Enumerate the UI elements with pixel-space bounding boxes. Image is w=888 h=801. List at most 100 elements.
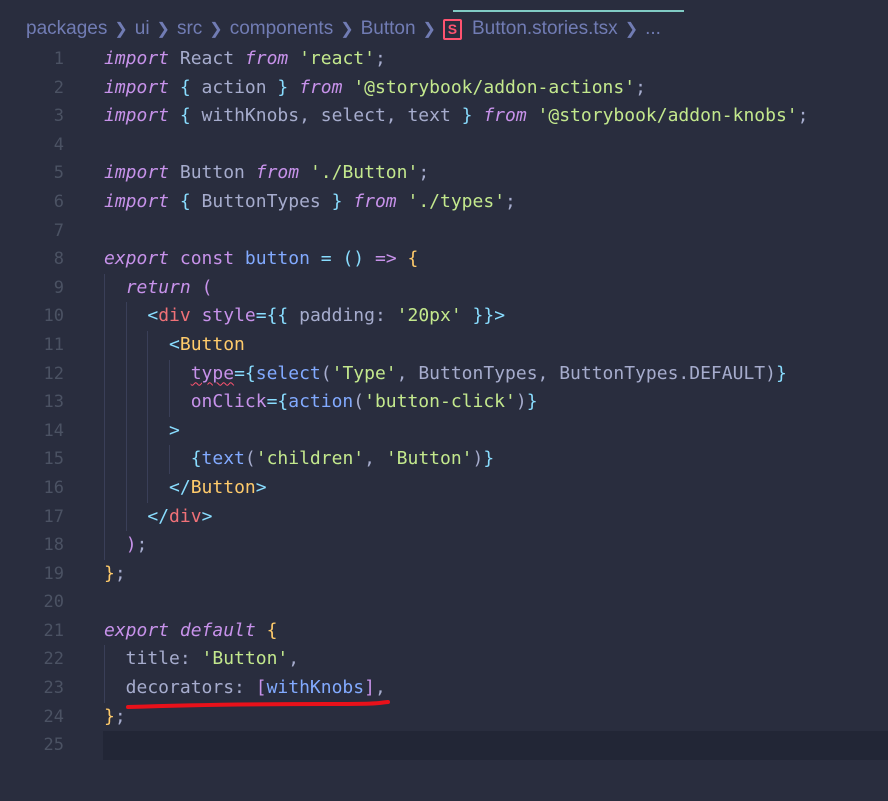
breadcrumb-item-components[interactable]: components — [230, 18, 334, 40]
code-line[interactable]: 22 title: 'Button', — [0, 645, 888, 675]
code-line[interactable]: 3 import { withKnobs, select, text } from… — [0, 102, 888, 131]
code-line[interactable]: 23 decorators: [withKnobs], — [0, 674, 888, 703]
code-line[interactable]: 19}; — [0, 560, 888, 589]
code-token: ButtonTypes — [190, 190, 332, 212]
code-token: </ — [169, 476, 191, 498]
breadcrumb-item-symbols[interactable]: ... — [645, 18, 661, 40]
code-line[interactable]: 5 import Button from './Button'; — [0, 159, 888, 188]
code-area[interactable]: 1 import React from 'react'; 2 import { act… — [0, 45, 888, 760]
code-token: </ — [147, 505, 170, 527]
code-text: </div> — [104, 503, 212, 532]
breadcrumb-item-file[interactable]: Button.stories.tsx — [472, 18, 618, 40]
code-token: 'button-click' — [364, 391, 516, 413]
code-token: action — [190, 76, 278, 98]
code-editor[interactable]: packages ❯ ui ❯ src ❯ components ❯ Butto… — [0, 0, 888, 801]
code-line[interactable]: 25 — [0, 731, 888, 760]
breadcrumb-item-button[interactable]: Button — [361, 18, 416, 40]
code-text: export const button = () => { — [104, 245, 418, 274]
code-line[interactable]: 16 </Button> — [0, 473, 888, 503]
code-token: < — [169, 333, 180, 355]
code-line[interactable]: 21 export default { — [0, 617, 888, 646]
code-line[interactable]: 8 export const button = () => { — [0, 245, 888, 274]
code-token: '20px' — [396, 305, 462, 327]
code-text: {text('children', 'Button')} — [104, 445, 495, 474]
code-line[interactable]: 17 </div> — [0, 502, 888, 532]
breadcrumb-item-src[interactable]: src — [177, 18, 202, 40]
code-token: ; — [797, 105, 809, 127]
code-line[interactable]: 20 — [0, 588, 888, 617]
code-token: ( — [201, 276, 213, 298]
breadcrumb-item-packages[interactable]: packages — [26, 18, 107, 40]
code-text: </Button> — [104, 474, 267, 503]
code-token: type — [190, 362, 235, 384]
code-token: } — [775, 362, 787, 384]
code-line[interactable]: 9 return ( — [0, 273, 888, 303]
line-number: 5 — [53, 163, 64, 184]
line-number: 18 — [43, 535, 64, 556]
line-number: 12 — [43, 363, 64, 384]
code-token: from — [353, 190, 397, 212]
code-token: 'react' — [299, 48, 375, 69]
code-token: { — [179, 190, 191, 212]
line-number: 25 — [43, 735, 64, 756]
code-line[interactable]: 7 — [0, 217, 888, 246]
code-token: import — [104, 162, 170, 184]
code-token: { — [190, 448, 202, 470]
code-token: from — [483, 105, 527, 127]
code-line[interactable]: 10 <div style={{ padding: '20px' }}> — [0, 302, 888, 331]
code-line[interactable]: 13 onClick={action('button-click')} — [0, 388, 888, 417]
code-token: from — [299, 76, 343, 98]
code-line[interactable]: 1 import React from 'react'; — [0, 45, 888, 74]
code-line[interactable]: 18 ); — [0, 531, 888, 560]
breadcrumb-item-ui[interactable]: ui — [135, 18, 150, 40]
code-token: > — [255, 476, 267, 498]
code-text: onClick={action('button-click')} — [104, 388, 538, 417]
code-token: '@storybook/addon-knobs' — [537, 105, 798, 127]
code-line[interactable]: 12 type={select('Type', ButtonTypes, But… — [0, 359, 888, 389]
code-line[interactable]: 6 import { ButtonTypes } from './types'; — [0, 188, 888, 217]
code-token: }}> — [472, 305, 506, 327]
code-line[interactable]: 14 > — [0, 416, 888, 446]
code-line[interactable]: 15 {text('children', 'Button')} — [0, 445, 888, 474]
code-token: return — [125, 276, 191, 298]
line-number: 19 — [43, 563, 64, 584]
code-token: ( — [320, 362, 332, 384]
code-token: const — [179, 248, 235, 270]
code-line[interactable]: 11 <Button — [0, 330, 888, 360]
code-line[interactable]: 24}; — [0, 703, 888, 732]
code-token: , — [364, 448, 386, 470]
code-token: title: — [104, 648, 202, 670]
code-token: > — [201, 505, 213, 527]
code-token: = — [320, 248, 332, 270]
code-token: div — [169, 505, 202, 527]
code-line[interactable]: 4 — [0, 131, 888, 160]
code-token: 'Button' — [385, 448, 473, 470]
code-text: import React from 'react'; — [104, 45, 386, 74]
code-token: ; — [635, 76, 646, 98]
code-line[interactable]: 2 import { action } from '@storybook/addo… — [0, 74, 888, 103]
line-number: 14 — [43, 420, 64, 441]
code-token: } — [104, 562, 115, 584]
